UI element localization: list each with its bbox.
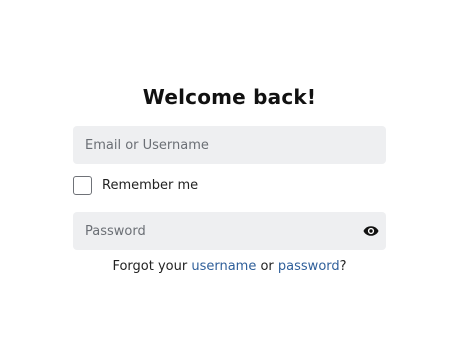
forgot-password-link[interactable]: password [278, 259, 340, 274]
show-password-button[interactable] [363, 223, 379, 239]
page-title: Welcome back! [142, 85, 317, 109]
password-field-container [73, 212, 386, 250]
remember-me-checkbox[interactable] [73, 175, 92, 195]
forgot-prefix: Forgot your [112, 259, 188, 274]
remember-me-label[interactable]: Remember me [102, 178, 198, 193]
password-input[interactable] [73, 212, 386, 250]
forgot-username-link[interactable]: username [191, 259, 256, 274]
forgot-middle: or [260, 259, 274, 274]
email-username-input[interactable] [73, 126, 386, 164]
email-field-container [73, 126, 386, 164]
remember-me-row: Remember me [73, 174, 386, 196]
forgot-credentials-text: Forgot your username or password? [73, 259, 386, 274]
forgot-suffix: ? [339, 259, 347, 274]
login-form: Welcome back! Remember me Forgot your us… [73, 84, 386, 274]
eye-icon [363, 226, 379, 236]
